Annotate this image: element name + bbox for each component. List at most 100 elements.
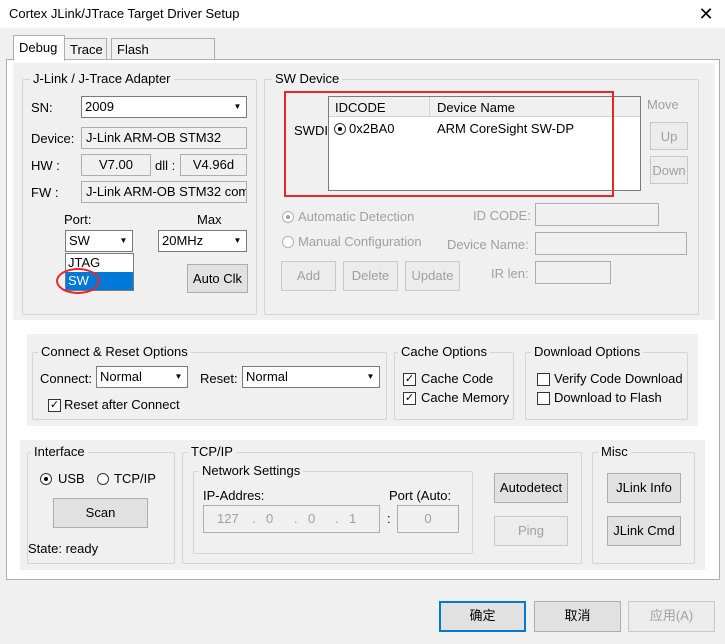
down-button[interactable]: Down bbox=[650, 156, 688, 184]
chevron-down-icon: ▼ bbox=[174, 372, 183, 381]
ip-octet-1: 127 bbox=[217, 511, 239, 526]
port-separator: : bbox=[387, 511, 391, 526]
connect-select[interactable]: Normal ▼ bbox=[96, 366, 188, 388]
autodetect-button[interactable]: Autodetect bbox=[494, 473, 568, 503]
sn-value: 2009 bbox=[85, 99, 114, 114]
jlink-cmd-button[interactable]: JLink Cmd bbox=[607, 516, 681, 546]
state-label: State: ready bbox=[28, 541, 99, 556]
hw-label: HW : bbox=[31, 158, 60, 173]
verify-checkbox[interactable] bbox=[537, 373, 550, 386]
ir-len-label: IR len: bbox=[491, 266, 529, 281]
download-group: Download Options bbox=[525, 344, 688, 420]
check-icon[interactable]: ✓ bbox=[403, 392, 416, 405]
manual-config-radio[interactable] bbox=[282, 236, 294, 248]
ip-octet-3: 0 bbox=[308, 511, 316, 526]
auto-clk-button[interactable]: Auto Clk bbox=[187, 264, 248, 293]
chevron-down-icon: ▼ bbox=[233, 102, 242, 111]
misc-group: Misc bbox=[592, 444, 695, 564]
close-icon[interactable]: ✕ bbox=[695, 3, 717, 25]
port-field-value: 0 bbox=[424, 511, 432, 526]
connect-label: Connect: bbox=[40, 371, 93, 386]
tcpip-group-label: TCP/IP bbox=[188, 444, 236, 459]
chevron-down-icon: ▼ bbox=[119, 236, 128, 245]
highlight-rect bbox=[284, 91, 614, 197]
manual-config-label: Manual Configuration bbox=[298, 234, 422, 249]
add-button[interactable]: Add bbox=[281, 261, 336, 291]
tab-debug[interactable]: Debug bbox=[13, 35, 65, 61]
sw-device-group-label: SW Device bbox=[272, 71, 343, 86]
connect-value: Normal bbox=[100, 369, 142, 384]
port-select[interactable]: SW ▼ bbox=[65, 230, 133, 252]
auto-detect-radio[interactable] bbox=[282, 211, 294, 223]
device-name-field[interactable] bbox=[535, 232, 687, 255]
ip-octet-4: 1 bbox=[349, 511, 357, 526]
fw-field: J-Link ARM-OB STM32 comp bbox=[81, 181, 247, 203]
reset-after-connect-label: Reset after Connect bbox=[64, 397, 180, 412]
tab-flash-download[interactable]: Flash Download bbox=[111, 38, 215, 72]
flash-label: Download to Flash bbox=[554, 390, 662, 405]
port-auto-label: Port (Auto: bbox=[389, 488, 452, 503]
sn-label: SN: bbox=[31, 100, 53, 115]
scan-button[interactable]: Scan bbox=[53, 498, 148, 528]
ip-octet-2: 0 bbox=[266, 511, 274, 526]
misc-group-label: Misc bbox=[598, 444, 631, 459]
verify-label: Verify Code Download bbox=[554, 371, 683, 386]
cache-group: Cache Options bbox=[394, 344, 514, 420]
port-field[interactable]: 0 bbox=[397, 505, 459, 533]
id-code-label: ID CODE: bbox=[473, 208, 531, 223]
cache-group-label: Cache Options bbox=[398, 344, 490, 359]
download-group-label: Download Options bbox=[531, 344, 644, 359]
ir-len-field[interactable] bbox=[535, 261, 611, 284]
reset-label: Reset: bbox=[200, 371, 238, 386]
ok-button[interactable]: 确定 bbox=[439, 601, 526, 632]
usb-label: USB bbox=[58, 471, 85, 486]
chevron-down-icon: ▼ bbox=[233, 236, 242, 245]
id-code-field[interactable] bbox=[535, 203, 659, 226]
sn-select[interactable]: 2009 ▼ bbox=[81, 96, 247, 118]
chevron-down-icon: ▼ bbox=[366, 372, 375, 381]
hw-field: V7.00 bbox=[81, 154, 151, 176]
flash-checkbox[interactable] bbox=[537, 392, 550, 405]
device-name-label: Device Name: bbox=[447, 237, 529, 252]
cache-memory-label: Cache Memory bbox=[421, 390, 510, 405]
ip-dot: . bbox=[252, 511, 256, 526]
adapter-group-label: J-Link / J-Trace Adapter bbox=[30, 71, 174, 86]
max-label: Max bbox=[197, 212, 222, 227]
port-value: SW bbox=[69, 233, 90, 248]
cancel-button[interactable]: 取消 bbox=[534, 601, 621, 632]
cache-code-label: Cache Code bbox=[421, 371, 494, 386]
dll-field: V4.96d bbox=[180, 154, 247, 176]
reset-select[interactable]: Normal ▼ bbox=[242, 366, 380, 388]
delete-button[interactable]: Delete bbox=[343, 261, 398, 291]
auto-detect-label: Automatic Detection bbox=[298, 209, 415, 224]
ip-address-field[interactable]: 127 . 0 . 0 . 1 bbox=[203, 505, 380, 533]
ping-button[interactable]: Ping bbox=[494, 516, 568, 546]
max-select[interactable]: 20MHz ▼ bbox=[158, 230, 247, 252]
check-icon[interactable]: ✓ bbox=[48, 399, 61, 412]
tcpip-label: TCP/IP bbox=[114, 471, 156, 486]
check-icon[interactable]: ✓ bbox=[403, 373, 416, 386]
window-title: Cortex JLink/JTrace Target Driver Setup bbox=[9, 6, 240, 21]
ip-label: IP-Addres: bbox=[203, 488, 265, 503]
port-label: Port: bbox=[64, 212, 92, 227]
network-settings-label: Network Settings bbox=[199, 463, 304, 478]
device-field: J-Link ARM-OB STM32 bbox=[81, 127, 247, 149]
dll-label: dll : bbox=[155, 158, 176, 173]
move-label: Move bbox=[647, 97, 679, 112]
tab-trace[interactable]: Trace bbox=[64, 38, 107, 60]
max-value: 20MHz bbox=[162, 233, 204, 248]
apply-button[interactable]: 应用(A) bbox=[628, 601, 715, 632]
tcpip-radio[interactable] bbox=[97, 473, 109, 485]
usb-radio[interactable] bbox=[40, 473, 52, 485]
update-button[interactable]: Update bbox=[405, 261, 460, 291]
jlink-info-button[interactable]: JLink Info bbox=[607, 473, 681, 503]
title-bar: Cortex JLink/JTrace Target Driver Setup … bbox=[0, 0, 725, 28]
up-button[interactable]: Up bbox=[650, 122, 688, 150]
reset-value: Normal bbox=[246, 369, 288, 384]
interface-group-label: Interface bbox=[31, 444, 88, 459]
ip-dot: . bbox=[335, 511, 339, 526]
device-label: Device: bbox=[31, 131, 75, 146]
fw-label: FW : bbox=[31, 185, 59, 200]
connect-reset-group-label: Connect & Reset Options bbox=[38, 344, 191, 359]
ip-dot: . bbox=[294, 511, 298, 526]
